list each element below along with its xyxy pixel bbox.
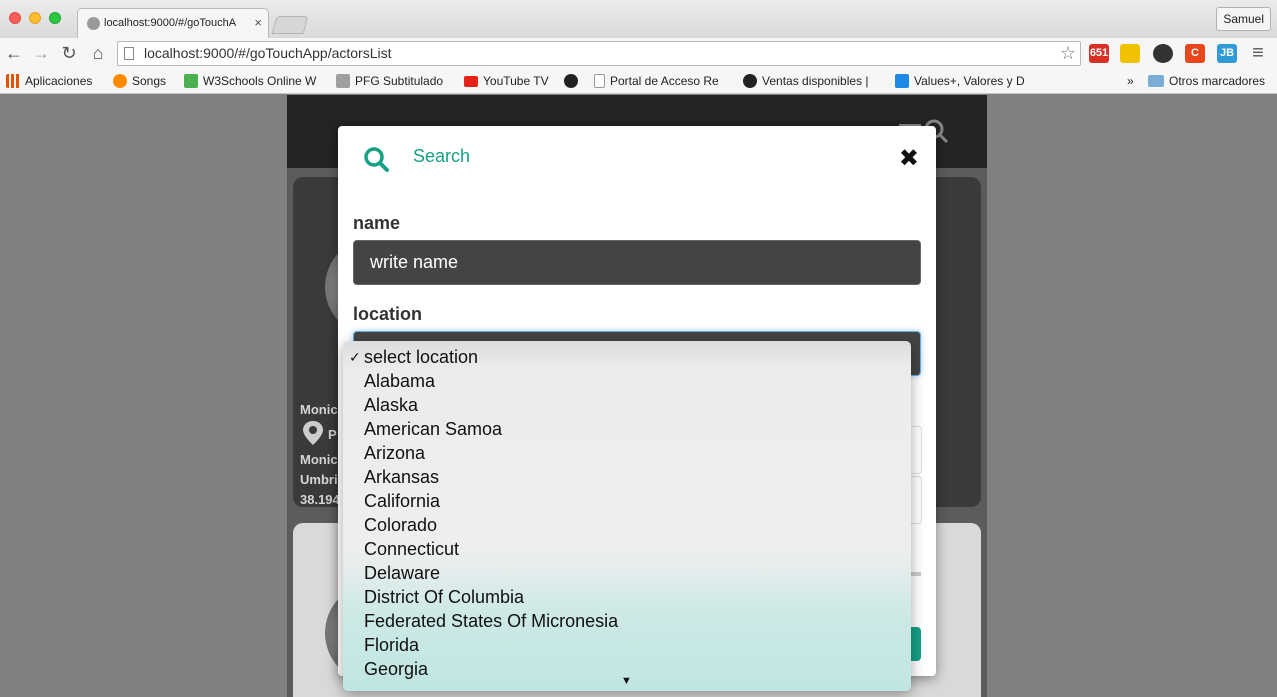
dropdown-option-label: Alaska <box>364 395 419 415</box>
apps-grid-icon <box>6 74 20 88</box>
dropdown-option-label: Colorado <box>364 515 438 535</box>
dropdown-option-label: select location <box>364 347 479 367</box>
dropdown-option[interactable]: Alaska <box>343 393 911 417</box>
bookmark-pfg[interactable]: PFG Subtitulado <box>336 74 443 88</box>
address-bar[interactable]: ☆ <box>117 41 1081 66</box>
gotouch-favicon-icon <box>87 17 100 30</box>
forward-arrow-icon[interactable]: → <box>31 43 51 63</box>
browser-tab[interactable]: localhost:9000/#/goTouchA × <box>77 8 269 38</box>
bookmark-aplicaciones[interactable]: Aplicaciones <box>6 74 92 88</box>
youtube-icon <box>464 75 478 87</box>
cast-icon[interactable] <box>1120 44 1140 63</box>
bookmark-ventas[interactable]: Ventas disponibles | <box>743 74 875 88</box>
dropdown-option[interactable]: Colorado <box>343 513 911 537</box>
dropdown-option-label: Alabama <box>364 371 436 391</box>
modal-title: Search <box>413 146 471 166</box>
page-icon <box>594 74 605 88</box>
dropdown-option[interactable]: District Of Columbia <box>343 585 911 609</box>
songs-icon <box>113 74 127 88</box>
dropdown-option[interactable]: Florida <box>343 633 911 657</box>
tab-title: localhost:9000/#/goTouchA <box>104 17 237 29</box>
actor-coordinate: 38.194 <box>300 492 340 507</box>
bookmark-songs[interactable]: Songs <box>113 74 166 88</box>
url-input[interactable] <box>144 45 1044 61</box>
close-window-button[interactable] <box>9 12 21 24</box>
new-tab-button[interactable] <box>271 16 309 34</box>
w3schools-icon <box>184 74 198 88</box>
bookmarks-overflow-button[interactable]: » <box>1127 74 1134 88</box>
dropdown-option-label: American Samoa <box>364 419 503 439</box>
profile-button[interactable]: Samuel <box>1216 7 1271 31</box>
bookmark-w3schools[interactable]: W3Schools Online W <box>184 74 317 88</box>
dropdown-option[interactable]: Arkansas <box>343 465 911 489</box>
scroll-down-arrow-icon[interactable]: ▼ <box>621 675 632 687</box>
hidden-field[interactable] <box>910 476 922 524</box>
dropdown-option-label: Georgia <box>364 659 429 679</box>
bookmark-portal[interactable]: Portal de Acceso Re <box>594 74 722 88</box>
dropdown-option-label: Arizona <box>364 443 426 463</box>
dropdown-option-label: California <box>364 491 441 511</box>
location-options: ✓ select location Alabama Alaska American Sa… <box>343 345 911 681</box>
dropdown-option[interactable]: Alabama <box>343 369 911 393</box>
dropdown-option[interactable]: California <box>343 489 911 513</box>
location-pin-icon <box>303 421 323 445</box>
zoom-window-button[interactable] <box>49 12 61 24</box>
dropdown-option[interactable]: Connecticut <box>343 537 911 561</box>
home-icon[interactable]: ⌂ <box>88 43 108 63</box>
dropdown-option-label: Connecticut <box>364 539 460 559</box>
browser-titlebar: localhost:9000/#/goTouchA × Samuel <box>0 0 1277 38</box>
bookmark-c-icon <box>564 74 578 88</box>
bookmark-otros-marcadores[interactable]: Otros marcadores <box>1148 74 1265 88</box>
pocket-icon[interactable] <box>1153 44 1173 63</box>
pfg-icon <box>336 74 350 88</box>
search-icon <box>364 147 389 172</box>
location-dropdown[interactable]: ✓ select location Alabama Alaska American Sa… <box>343 341 911 691</box>
tab-close-icon[interactable]: × <box>254 15 262 30</box>
dropdown-option-label: Florida <box>364 635 420 655</box>
dropdown-option[interactable]: ✓ select location <box>343 345 911 369</box>
menu-icon[interactable]: ≡ <box>1248 43 1268 63</box>
close-icon[interactable]: ✖ <box>899 144 919 173</box>
c-icon[interactable]: C <box>1185 44 1205 63</box>
bookmark-c[interactable] <box>564 74 578 88</box>
dropdown-option[interactable]: American Samoa <box>343 417 911 441</box>
location-label: location <box>353 304 423 324</box>
reload-icon[interactable]: ↻ <box>59 43 79 63</box>
dropdown-option-label: Delaware <box>364 563 441 583</box>
bookmark-youtube-tv[interactable]: YouTube TV <box>464 74 549 88</box>
bookmarks-bar: Aplicaciones Songs W3Schools Online W PF… <box>0 69 1277 94</box>
actor-place: P <box>328 427 337 442</box>
dropdown-option-label: Arkansas <box>364 467 440 487</box>
hidden-field[interactable] <box>910 426 922 474</box>
name-label: name <box>353 213 401 233</box>
dropdown-option-label: District Of Columbia <box>364 587 525 607</box>
bookmark-star-icon[interactable]: ☆ <box>1060 43 1076 64</box>
folder-icon <box>1148 75 1164 87</box>
dropdown-option-label: Federated States Of Micronesia <box>364 611 619 631</box>
ventas-icon <box>743 74 757 88</box>
minimize-window-button[interactable] <box>29 12 41 24</box>
dropdown-option[interactable]: Arizona <box>343 441 911 465</box>
browser-toolbar: ← → ↻ ⌂ ☆ 651 C JB ≡ <box>0 38 1277 69</box>
bookmark-values[interactable]: Values+, Valores y D <box>895 74 1026 88</box>
values-icon <box>895 74 909 88</box>
gmail-icon[interactable]: 651 <box>1089 44 1109 63</box>
dropdown-option[interactable]: Federated States Of Micronesia <box>343 609 911 633</box>
back-arrow-icon[interactable]: ← <box>4 43 24 63</box>
checkmark-icon: ✓ <box>349 349 361 365</box>
page-icon <box>124 47 134 60</box>
jb-icon[interactable]: JB <box>1217 44 1237 63</box>
name-input[interactable] <box>353 240 921 285</box>
dropdown-option[interactable]: Delaware <box>343 561 911 585</box>
